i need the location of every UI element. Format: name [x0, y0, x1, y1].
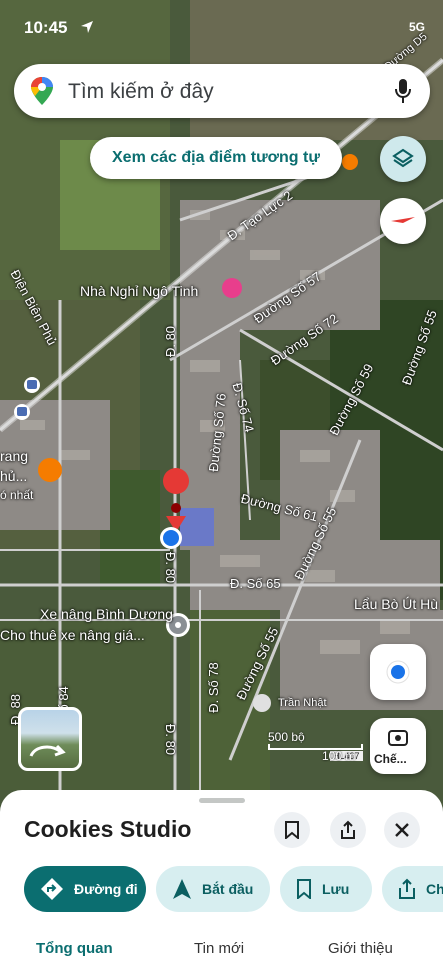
- map-label-tran-nhat[interactable]: Trần Nhật: [278, 697, 327, 709]
- camera-view-icon: [388, 730, 408, 746]
- similar-places-button[interactable]: Xem các địa điểm tương tự: [90, 137, 342, 179]
- tab-overview[interactable]: Tổng quan: [36, 940, 113, 957]
- map-label-d-so-78: Đ. Số 78: [205, 662, 221, 713]
- share-button[interactable]: Ch: [382, 866, 443, 912]
- share-icon: [341, 820, 355, 839]
- map-label-d80-c: Đ. 80: [163, 723, 179, 756]
- layers-icon: [392, 148, 414, 168]
- street-view-icon: [29, 744, 66, 757]
- bookmark-icon: [285, 821, 299, 839]
- compass-button[interactable]: [380, 198, 426, 244]
- close-icon: [395, 823, 409, 837]
- view-mode-button[interactable]: Chế...: [370, 718, 426, 774]
- directions-label: Đường đi: [74, 881, 138, 897]
- map-label-xe-nang-2[interactable]: Cho thuê xe nâng giá...: [0, 627, 145, 643]
- place-title: Cookies Studio: [24, 816, 192, 842]
- scale-ft: 500 bộ: [268, 730, 305, 744]
- share-label: Ch: [426, 881, 443, 897]
- compass-icon: [391, 217, 415, 223]
- start-label: Bắt đầu: [202, 881, 254, 897]
- directions-button[interactable]: Đường đi: [24, 866, 146, 912]
- location-arrow-icon: [81, 21, 93, 33]
- map-label-xe-nang-1[interactable]: Xe nâng Bình Dương: [40, 606, 173, 622]
- map-label-trang: rang: [0, 448, 29, 464]
- search-bar[interactable]: Tìm kiếm ở đây: [14, 64, 430, 118]
- bookmark-icon: [297, 879, 311, 899]
- sheet-drag-handle[interactable]: [199, 798, 245, 803]
- map-label-d80-a: Đ. 80: [163, 325, 179, 358]
- close-sheet-button[interactable]: [384, 812, 420, 848]
- map-label-phu: hủ...: [0, 468, 28, 484]
- status-network: 5G: [408, 20, 425, 34]
- status-bar: 10:45 5G: [0, 0, 443, 48]
- street-view-thumbnail[interactable]: [18, 707, 82, 771]
- save-button[interactable]: Lưu: [280, 866, 372, 912]
- map-label-nha-nghi[interactable]: Nhà Nghỉ Ngô Tinh: [80, 283, 198, 299]
- my-location-icon: [386, 660, 410, 684]
- layers-button[interactable]: [380, 136, 426, 182]
- save-label: Lưu: [322, 881, 350, 897]
- share-icon: [399, 878, 415, 899]
- my-location-button[interactable]: [370, 644, 426, 700]
- tab-updates[interactable]: Tin mới: [194, 940, 244, 957]
- directions-icon: [41, 878, 63, 900]
- scale-m: 100 m: [322, 749, 356, 763]
- map-label-d80-b: Đ. 80: [163, 551, 179, 584]
- save-place-button[interactable]: [274, 812, 310, 848]
- map-label-d-so-65: Đ. Số 65: [230, 576, 281, 591]
- tab-about[interactable]: Giới thiệu: [328, 940, 393, 957]
- navigation-arrow-icon: [173, 879, 191, 899]
- search-input[interactable]: Tìm kiếm ở đây: [68, 80, 214, 104]
- map-label-lau-bo[interactable]: Lẩu Bò Út Hù: [354, 596, 438, 612]
- place-bottom-sheet[interactable]: Cookies Studio Đường đi Bắt đầu Lưu Ch T…: [0, 790, 443, 959]
- view-mode-label: Chế...: [374, 752, 407, 766]
- start-navigation-button[interactable]: Bắt đầu: [156, 866, 270, 912]
- share-place-button[interactable]: [330, 812, 366, 848]
- map-label-nhat: ó nhất: [0, 488, 34, 502]
- status-time: 10:45: [24, 18, 68, 37]
- mic-icon[interactable]: [394, 78, 412, 104]
- google-maps-pin-icon: [31, 77, 53, 105]
